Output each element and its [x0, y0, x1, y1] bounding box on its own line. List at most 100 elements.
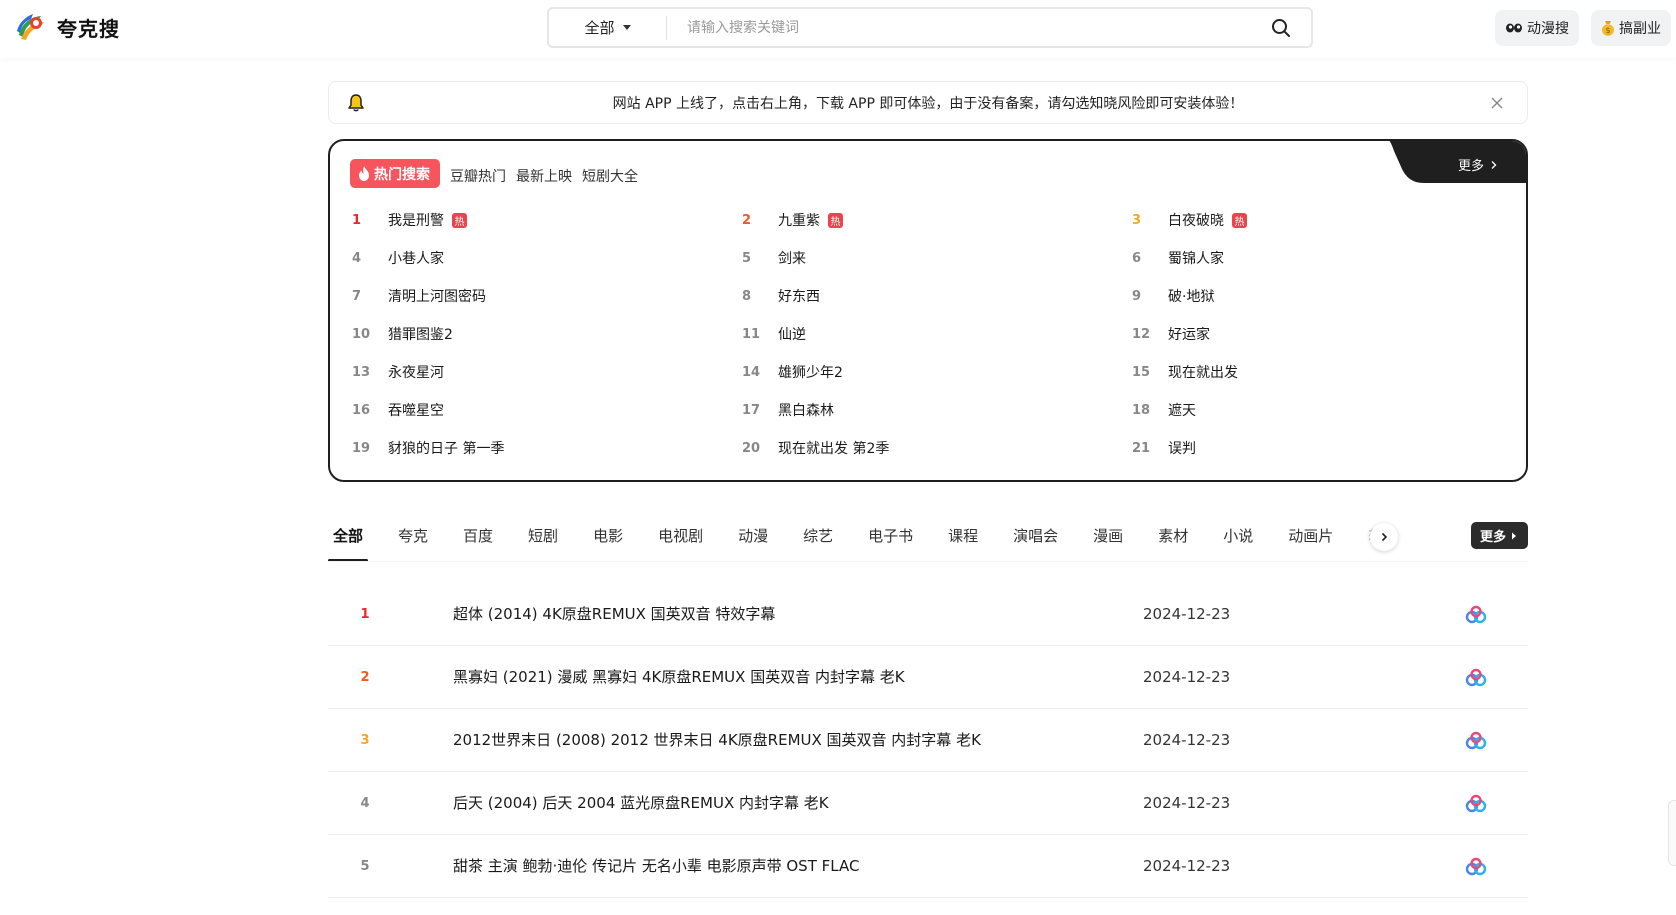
hot-search-title-text[interactable]: 破·地狱	[1168, 286, 1214, 306]
tabs-scroll-next-button[interactable]	[1370, 523, 1398, 551]
result-title[interactable]: 2012世界末日 (2008) 2012 世界末日 4K原盘REMUX 国英双音…	[453, 709, 981, 772]
tab-category[interactable]: 课程	[943, 522, 983, 562]
baidu-netdisk-icon[interactable]	[1464, 605, 1488, 625]
hot-search-title-text[interactable]: 我是刑警	[388, 210, 444, 230]
hot-search-title-text[interactable]: 九重紫	[778, 210, 820, 230]
hot-search-title-text[interactable]: 豺狼的日子 第一季	[388, 438, 504, 458]
tab-category[interactable]: 素材	[1153, 522, 1193, 562]
tab-category[interactable]: 全部	[328, 522, 369, 562]
hot-search-item[interactable]: 19 豺狼的日子 第一季	[350, 429, 740, 467]
tab-category[interactable]: 综艺	[798, 522, 838, 562]
result-row[interactable]: 1 超体 (2014) 4K原盘REMUX 国英双音 特效字幕 2024-12-23	[328, 583, 1528, 646]
hot-search-rank: 9	[1132, 288, 1142, 304]
tab-category[interactable]: 漫画	[1088, 522, 1128, 562]
hot-search-rank: 11	[742, 326, 761, 342]
search-icon	[1272, 18, 1290, 37]
tab-category[interactable]: 动画片	[1283, 522, 1338, 562]
hot-search-item[interactable]: 21 误判	[1130, 429, 1510, 467]
hot-search-title-text[interactable]: 遮天	[1168, 400, 1196, 420]
hot-search-title-text[interactable]: 小巷人家	[388, 248, 444, 268]
hot-search-item[interactable]: 18 遮天	[1130, 391, 1510, 429]
notice-banner: 网站 APP 上线了，点击右上角，下载 APP 即可体验，由于没有备案，请勾选知…	[328, 81, 1528, 124]
caret-down-icon	[622, 25, 631, 30]
tabs-more-button[interactable]: 更多	[1471, 522, 1528, 549]
side-panel-handle[interactable]	[1668, 800, 1676, 866]
result-title[interactable]: 甜茶 主演 鲍勃·迪伦 传记片 无名小辈 电影原声带 OST FLAC	[453, 835, 859, 898]
chevron-right-icon	[1381, 532, 1388, 542]
baidu-netdisk-icon[interactable]	[1464, 857, 1488, 877]
hot-search-item[interactable]: 14 雄狮少年2	[740, 353, 1130, 391]
baidu-netdisk-icon[interactable]	[1464, 731, 1488, 751]
hot-search-title-text[interactable]: 现在就出发 第2季	[778, 438, 889, 458]
hot-search-item[interactable]: 4 小巷人家	[350, 239, 740, 277]
tab-category[interactable]: 百度	[458, 522, 498, 562]
hot-search-title-text[interactable]: 白夜破晓	[1168, 210, 1224, 230]
link-new-releases[interactable]: 最新上映	[516, 166, 572, 186]
result-rank: 1	[360, 607, 370, 622]
result-row[interactable]: 4 后天 (2004) 后天 2004 蓝光原盘REMUX 内封字幕 老K 2024…	[328, 772, 1528, 835]
hot-search-item[interactable]: 5 剑来	[740, 239, 1130, 277]
result-title[interactable]: 黑寡妇 (2021) 漫威 黑寡妇 4K原盘REMUX 国英双音 内封字幕 老K	[453, 646, 905, 709]
hot-search-title-text[interactable]: 吞噬星空	[388, 400, 444, 420]
hot-search-title-text[interactable]: 雄狮少年2	[778, 362, 843, 382]
tab-category[interactable]: 电影	[588, 522, 628, 562]
hot-search-title-text[interactable]: 黑白森林	[778, 400, 834, 420]
search-scope-dropdown[interactable]: 全部	[549, 15, 667, 40]
hot-search-item[interactable]: 13 永夜星河	[350, 353, 740, 391]
site-logo[interactable]: 夸克搜	[15, 11, 120, 43]
tab-category[interactable]: 夸克	[393, 522, 433, 562]
anime-search-button[interactable]: 动漫搜	[1495, 10, 1579, 46]
search-button[interactable]	[1251, 9, 1311, 46]
hot-search-item[interactable]: 15 现在就出发	[1130, 353, 1510, 391]
side-hustle-button[interactable]: $ 搞副业	[1591, 10, 1671, 46]
hot-more-link[interactable]: 更多	[1458, 155, 1500, 174]
hot-search-title-text[interactable]: 猎罪图鉴2	[388, 324, 453, 344]
hot-search-rank: 20	[742, 440, 761, 456]
hot-search-item[interactable]: 11 仙逆	[740, 315, 1130, 353]
hot-search-title-text[interactable]: 永夜星河	[388, 362, 444, 382]
search-input[interactable]	[667, 9, 1251, 46]
hot-search-item[interactable]: 17 黑白森林	[740, 391, 1130, 429]
hot-search-item[interactable]: 6 蜀锦人家	[1130, 239, 1510, 277]
tab-category[interactable]: 演唱会	[1008, 522, 1063, 562]
result-row[interactable]: 2 黑寡妇 (2021) 漫威 黑寡妇 4K原盘REMUX 国英双音 内封字幕 老…	[328, 646, 1528, 709]
result-rank: 3	[360, 733, 370, 748]
close-icon[interactable]	[1489, 95, 1505, 111]
baidu-netdisk-icon[interactable]	[1464, 668, 1488, 688]
hot-search-item[interactable]: 8 好东西	[740, 277, 1130, 315]
link-douban-hot[interactable]: 豆瓣热门	[450, 166, 506, 186]
hot-search-item[interactable]: 20 现在就出发 第2季	[740, 429, 1130, 467]
hot-search-item[interactable]: 9 破·地狱	[1130, 277, 1510, 315]
hot-search-item[interactable]: 2 九重紫热	[740, 201, 1130, 239]
result-title[interactable]: 后天 (2004) 后天 2004 蓝光原盘REMUX 内封字幕 老K	[453, 772, 829, 835]
hot-search-title-text[interactable]: 现在就出发	[1168, 362, 1238, 382]
hot-search-title-text[interactable]: 好运家	[1168, 324, 1210, 344]
tab-category[interactable]: 电视剧	[653, 522, 708, 562]
tab-category[interactable]: 小说	[1218, 522, 1258, 562]
tab-category[interactable]: 动漫	[733, 522, 773, 562]
hot-search-title-text[interactable]: 清明上河图密码	[388, 286, 486, 306]
hot-search-links: 豆瓣热门 最新上映 短剧大全	[450, 166, 648, 186]
hot-search-item[interactable]: 16 吞噬星空	[350, 391, 740, 429]
hot-search-rank: 10	[352, 326, 371, 342]
result-row[interactable]: 3 2012世界末日 (2008) 2012 世界末日 4K原盘REMUX 国英双…	[328, 709, 1528, 772]
hot-search-title-text[interactable]: 好东西	[778, 286, 820, 306]
category-tabs: 全部夸克百度短剧电影电视剧动漫综艺电子书课程演唱会漫画素材小说动画片软件	[328, 522, 1373, 562]
result-title[interactable]: 超体 (2014) 4K原盘REMUX 国英双音 特效字幕	[453, 583, 775, 646]
result-row[interactable]: 5 甜茶 主演 鲍勃·迪伦 传记片 无名小辈 电影原声带 OST FLAC 2024…	[328, 835, 1528, 898]
hot-search-title-text[interactable]: 仙逆	[778, 324, 806, 344]
tab-category[interactable]: 电子书	[863, 522, 918, 562]
hot-search-title-text[interactable]: 蜀锦人家	[1168, 248, 1224, 268]
hot-search-item[interactable]: 3 白夜破晓热	[1130, 201, 1510, 239]
link-short-drama[interactable]: 短剧大全	[582, 166, 638, 186]
hot-search-rank: 4	[352, 250, 362, 266]
hot-search-item[interactable]: 10 猎罪图鉴2	[350, 315, 740, 353]
hot-search-title-text[interactable]: 剑来	[778, 248, 806, 268]
baidu-netdisk-icon[interactable]	[1464, 794, 1488, 814]
tab-category[interactable]: 短剧	[523, 522, 563, 562]
hot-search-title-text[interactable]: 误判	[1168, 438, 1196, 458]
svg-text:$: $	[1605, 26, 1610, 35]
hot-search-item[interactable]: 12 好运家	[1130, 315, 1510, 353]
hot-search-item[interactable]: 1 我是刑警热	[350, 201, 740, 239]
hot-search-item[interactable]: 7 清明上河图密码	[350, 277, 740, 315]
